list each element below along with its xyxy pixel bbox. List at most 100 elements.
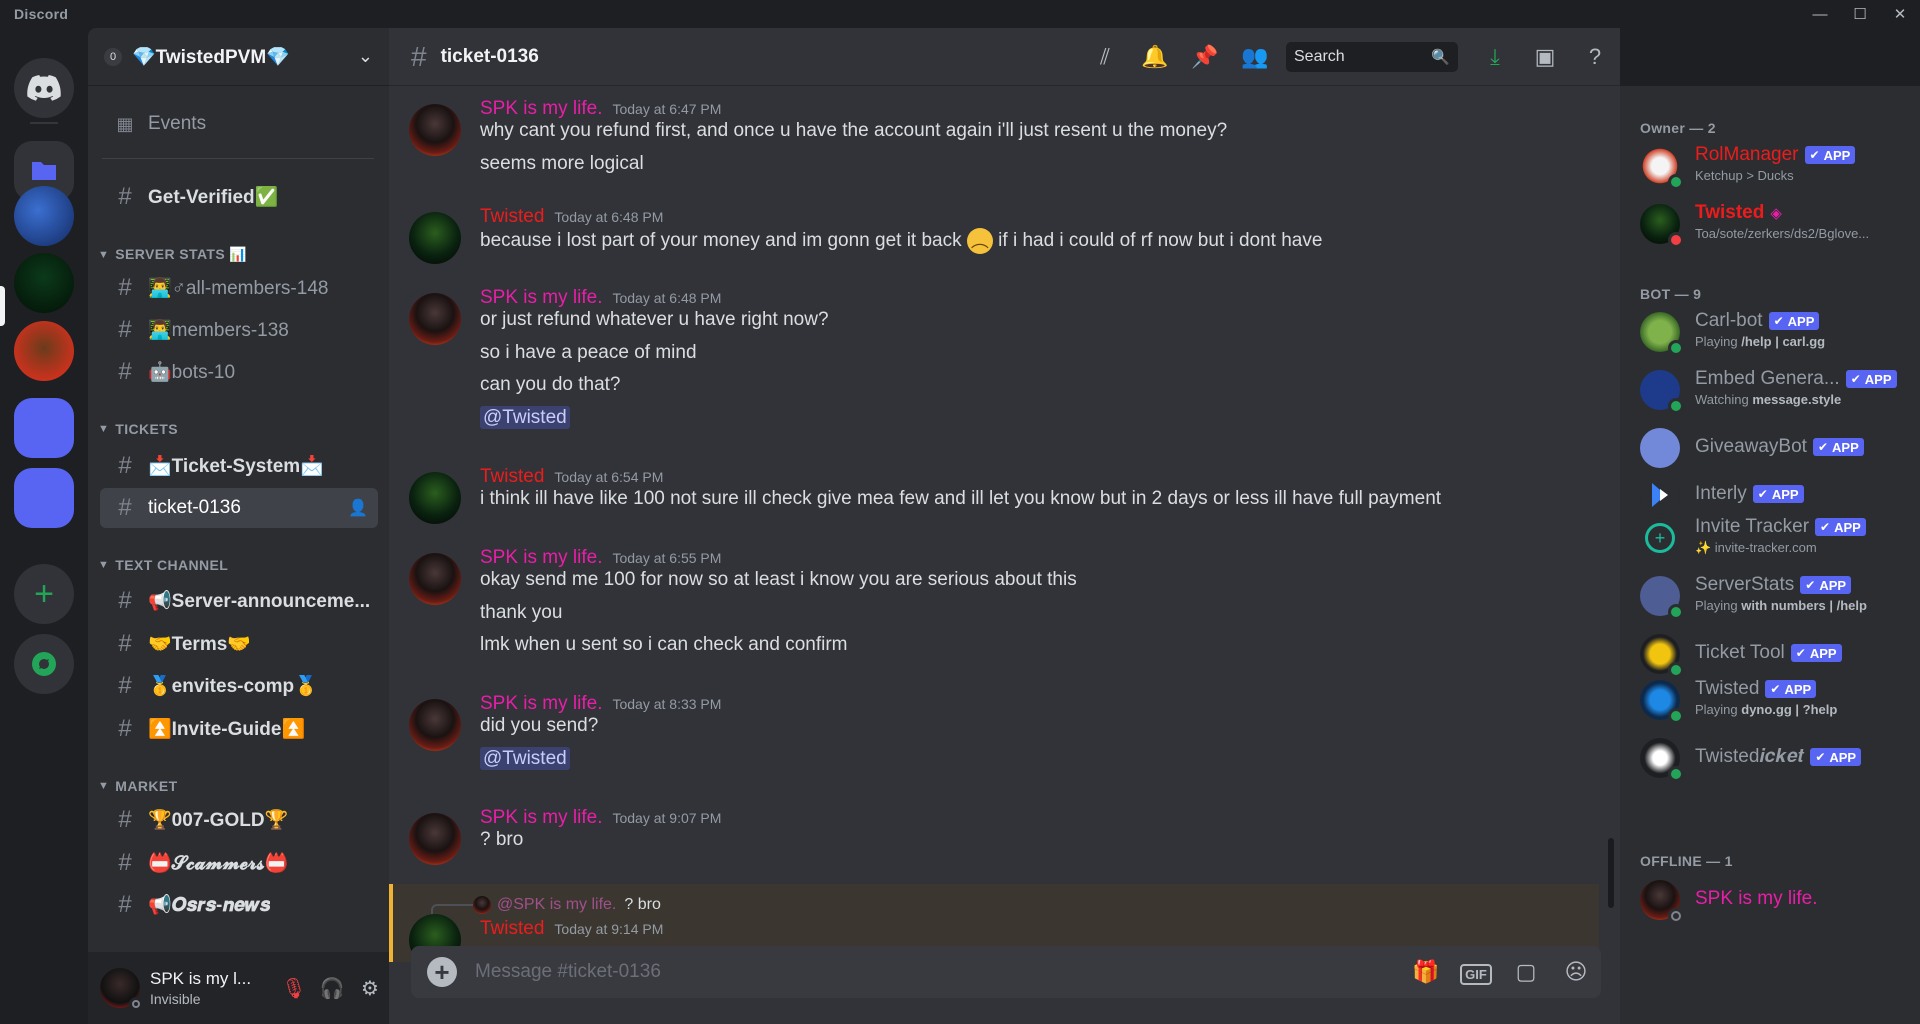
add-server-button[interactable]: + — [14, 564, 74, 624]
message-text: or just refund whatever u have right now… — [480, 309, 829, 330]
member-item[interactable]: Interly ✔ APP — [1640, 471, 1915, 519]
channel-ticket-0136[interactable]: # ticket-0136 👤 — [100, 488, 378, 528]
avatar[interactable] — [409, 293, 461, 345]
server-folder-2[interactable] — [14, 398, 74, 458]
category-server-stats[interactable]: ▼ SERVER STATS 📊 — [98, 246, 247, 263]
user-info[interactable]: SPK is my l... Invisible — [150, 969, 275, 1007]
channel-announcements[interactable]: # 📢Server-announceme... — [100, 581, 378, 621]
channel-terms[interactable]: # 🤝Terms🤝 — [100, 624, 378, 664]
deafen-button[interactable]: 🎧 — [313, 969, 351, 1007]
sticker-icon[interactable]: ▢ — [1501, 959, 1551, 985]
app-badge-label: APP — [1829, 749, 1857, 765]
inbox-icon[interactable]: ▣ — [1520, 44, 1570, 70]
plus-icon: + — [34, 574, 54, 613]
member-item[interactable]: RolManager ✔ APP Ketchup > Ducks — [1640, 142, 1915, 190]
emoji-icon[interactable]: ☹ — [1551, 959, 1601, 985]
avatar[interactable] — [409, 813, 461, 865]
author-name[interactable]: SPK is my life. — [480, 807, 602, 829]
minimize-button[interactable]: — — [1800, 0, 1840, 28]
member-name-text: ServerStats — [1695, 574, 1795, 595]
reply-reference[interactable]: @SPK is my life. ? bro — [473, 896, 661, 914]
member-item[interactable]: Twisted ✔ APP Playing dyno.gg | ?help — [1640, 676, 1915, 724]
channel-bots[interactable]: # 🤖bots-10 — [100, 352, 378, 392]
channel-get-verified[interactable]: # Get-Verified✅ — [100, 177, 378, 217]
category-market[interactable]: ▼ MARKET — [98, 778, 178, 794]
add-member-icon[interactable]: 👤 — [348, 498, 368, 518]
channel-members[interactable]: # 👨‍💻members-138 — [100, 310, 378, 350]
activity-prefix: Playing — [1695, 702, 1742, 717]
server-icon-twisted[interactable] — [14, 253, 74, 313]
author-name[interactable]: SPK is my life. — [480, 547, 602, 569]
server-icon-avatar[interactable] — [14, 321, 74, 381]
member-item[interactable]: Twisted𝒊𝒄𝒌𝒆𝒕 ✔ APP — [1640, 734, 1915, 782]
avatar[interactable] — [409, 699, 461, 751]
member-item[interactable]: Embed Genera... ✔ APP Watching message.sty… — [1640, 366, 1915, 414]
channel-sidebar: 0 💎TwistedPVM💎 ⌄ ▦ Events # Get-Verified… — [88, 28, 389, 1024]
channel-osrs-news[interactable]: # 📢𝑶𝒔𝒓𝒔-𝒏𝒆𝒘𝒔 — [100, 885, 378, 925]
member-activity: Playing dyno.gg | ?help — [1695, 702, 1837, 717]
activity-detail: dyno.gg | ?help — [1741, 702, 1838, 717]
user-mention[interactable]: @Twisted — [480, 747, 570, 770]
server-icon-profile[interactable] — [14, 468, 74, 528]
maximize-button[interactable]: ☐ — [1840, 0, 1880, 28]
hash-icon: # — [118, 587, 132, 614]
gif-button[interactable]: GIF — [1451, 959, 1501, 985]
avatar[interactable] — [409, 212, 461, 264]
member-item[interactable]: Carl-bot ✔ APP Playing /help | carl.gg — [1640, 308, 1915, 356]
scrollbar-thumb[interactable] — [1608, 838, 1614, 908]
timestamp: Today at 9:14 PM — [554, 921, 664, 937]
avatar[interactable] — [409, 104, 461, 156]
member-item[interactable]: Ticket Tool ✔ APP — [1640, 630, 1915, 678]
author-name[interactable]: Twisted — [480, 206, 544, 228]
search-input[interactable]: Search 🔍 — [1286, 42, 1458, 72]
message-text: i think ill have like 100 not sure ill c… — [480, 488, 1442, 509]
upload-button[interactable]: + — [427, 957, 457, 987]
hash-icon: # — [118, 358, 132, 385]
calendar-icon: ▦ — [116, 113, 134, 134]
channel-ticket-system[interactable]: # 📩Ticket-System📩 — [100, 446, 378, 486]
member-item[interactable]: Twisted ◈ Toa/sote/zerkers/ds2/Bglove... — [1640, 200, 1915, 248]
threads-icon[interactable]: ⫽ — [1080, 44, 1130, 70]
member-item[interactable]: ServerStats ✔ APP Playing with numbers | /… — [1640, 572, 1915, 620]
category-text-channel[interactable]: ▼ TEXT CHANNEL — [98, 557, 228, 573]
member-item[interactable]: GiveawayBot ✔ APP — [1640, 424, 1915, 472]
author-name[interactable]: SPK is my life. — [480, 287, 602, 309]
member-item[interactable]: SPK is my life. — [1640, 876, 1915, 924]
close-button[interactable]: ✕ — [1880, 0, 1920, 28]
author-name[interactable]: SPK is my life. — [480, 98, 602, 120]
author-name[interactable]: Twisted — [480, 466, 544, 488]
help-icon[interactable]: ? — [1570, 44, 1620, 70]
discover-button[interactable] — [14, 634, 74, 694]
home-button[interactable] — [14, 58, 74, 118]
message-header: SPK is my life. Today at 6:48 PM — [480, 287, 721, 309]
channel-gold[interactable]: # 🏆007-GOLD🏆 — [100, 800, 378, 840]
pin-icon[interactable]: 📌 — [1180, 44, 1230, 70]
channel-title: ticket-0136 — [440, 45, 539, 67]
app-badge: ✔ APP — [1800, 576, 1852, 594]
channel-invite-guide[interactable]: # ⏫Invite-Guide⏫ — [100, 709, 378, 749]
avatar[interactable] — [409, 553, 461, 605]
user-mention[interactable]: @Twisted — [480, 406, 570, 429]
category-tickets[interactable]: ▼ TICKETS — [98, 421, 178, 437]
check-icon: ✔ — [1795, 646, 1806, 660]
guild-header[interactable]: 0 💎TwistedPVM💎 ⌄ — [88, 28, 389, 86]
user-settings-button[interactable]: ⚙ — [351, 969, 389, 1007]
events-item[interactable]: ▦ Events — [100, 104, 378, 144]
mute-mic-button[interactable]: 🎙 — [275, 969, 313, 1007]
channel-envites[interactable]: # 🥇envites-comp🥇 — [100, 666, 378, 706]
channel-scammers[interactable]: # 📛𝓢𝓬𝓪𝓶𝓶𝓮𝓻𝓼📛 — [100, 843, 378, 883]
member-item[interactable]: + Invite Tracker ✔ APP ✨ invite-tracker.co… — [1640, 514, 1915, 562]
bell-icon[interactable]: 🔔 — [1130, 44, 1180, 70]
app-badge: ✔ APP — [1804, 146, 1856, 164]
server-icon-scape[interactable] — [14, 186, 74, 246]
author-name[interactable]: SPK is my life. — [480, 693, 602, 715]
avatar[interactable] — [100, 968, 143, 1011]
download-icon[interactable]: ⤓ — [1470, 44, 1520, 70]
member-list-icon[interactable]: 👥 — [1230, 44, 1280, 70]
author-name[interactable]: Twisted — [480, 918, 544, 940]
message-input[interactable]: Message #ticket-0136 — [475, 961, 1401, 983]
avatar: + — [1640, 518, 1680, 558]
gift-icon[interactable]: 🎁 — [1401, 959, 1451, 985]
channel-all-members[interactable]: # 👨‍💻♂all-members-148 — [100, 268, 378, 308]
avatar[interactable] — [409, 472, 461, 524]
